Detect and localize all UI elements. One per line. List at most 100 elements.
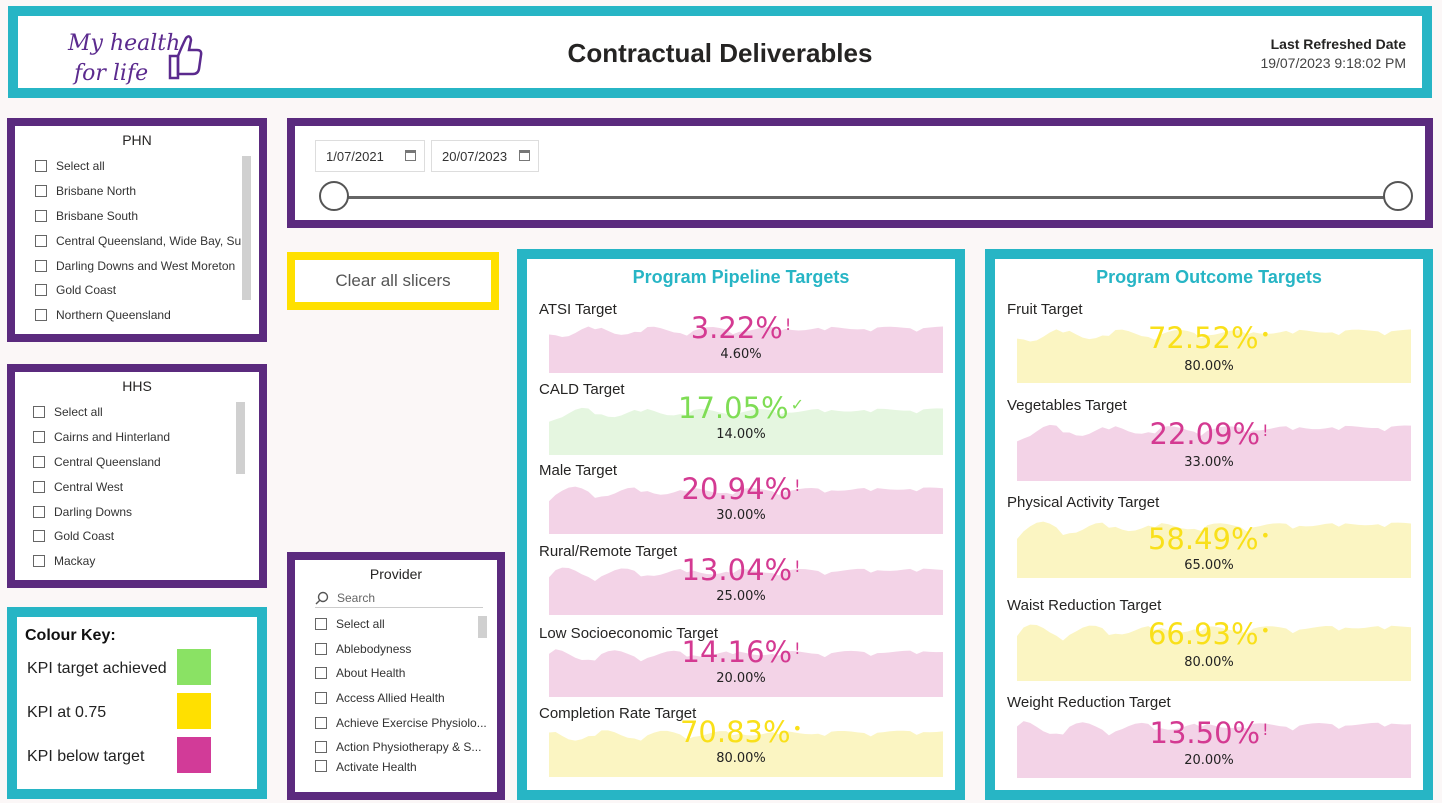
date-slider-track[interactable] (341, 196, 1391, 199)
checkbox[interactable] (315, 692, 327, 705)
provider-item[interactable]: Ablebodyness (315, 637, 497, 662)
checkbox[interactable] (315, 741, 327, 754)
key-label-below: KPI below target (27, 748, 145, 765)
status-indicator-icon: ! (794, 639, 801, 658)
search-input[interactable]: Search (337, 591, 375, 605)
checkbox[interactable] (35, 209, 47, 222)
checkbox[interactable] (315, 716, 327, 729)
phn-item[interactable]: Darling Downs and West Moreton (35, 253, 259, 278)
provider-item[interactable]: About Health (315, 661, 497, 686)
checkbox[interactable] (315, 618, 327, 631)
hhs-item[interactable]: Cairns and Hinterland (33, 425, 259, 450)
hhs-scrollbar[interactable] (236, 402, 245, 474)
checkbox[interactable] (315, 642, 327, 655)
phn-item[interactable]: Northern Queensland (35, 303, 259, 328)
colour-key-title: Colour Key: (25, 627, 116, 644)
kpi-value: 58.49% • (1147, 522, 1270, 556)
kpi-goal: 30.00% (716, 508, 766, 523)
kpi-card: Completion Rate Target 70.83% • 80.00% (539, 705, 943, 785)
end-date-input[interactable]: 20/07/2023 (431, 140, 539, 172)
kpi-card: Vegetables Target 22.09%! 33.00% (1007, 397, 1411, 492)
phn-item[interactable]: Brisbane North (35, 179, 259, 204)
start-date-input[interactable]: 1/07/2021 (315, 140, 425, 172)
checkbox[interactable] (33, 555, 45, 568)
kpi-card: ATSI Target 3.22%! 4.60% (539, 301, 943, 379)
report-header: My health for life Contractual Deliverab… (8, 6, 1432, 98)
phn-slicer: PHN Select all Brisbane North Brisbane S… (7, 118, 267, 342)
hhs-item[interactable]: Gold Coast (33, 524, 259, 549)
last-refreshed-value: 19/07/2023 9:18:02 PM (1260, 55, 1406, 71)
hhs-slicer-title: HHS (122, 378, 152, 394)
last-refreshed-label: Last Refreshed Date (1270, 36, 1406, 52)
pipeline-title: Program Pipeline Targets (632, 267, 850, 287)
phn-item[interactable]: Central Queensland, Wide Bay, Su... (35, 228, 259, 253)
kpi-value: 66.93% • (1147, 617, 1270, 651)
hhs-item[interactable]: Select all (33, 400, 259, 425)
checkbox[interactable] (35, 234, 47, 247)
kpi-value: 22.09%! (1149, 417, 1269, 451)
status-indicator-icon: • (1260, 325, 1270, 344)
kpi-goal: 25.00% (716, 589, 766, 604)
provider-item[interactable]: Achieve Exercise Physiolo... (315, 710, 497, 735)
checkbox[interactable] (33, 455, 45, 468)
status-indicator-icon: • (1260, 526, 1270, 545)
kpi-label: Physical Activity Target (1007, 494, 1160, 511)
provider-item[interactable]: Activate Health (315, 759, 497, 774)
status-indicator-icon: ! (794, 557, 801, 576)
kpi-card: Waist Reduction Target 66.93% • 80.00% (1007, 597, 1411, 692)
checkbox[interactable] (315, 667, 327, 680)
status-indicator-icon: ! (784, 315, 792, 334)
kpi-goal: 20.00% (716, 671, 766, 686)
checkbox[interactable] (33, 530, 45, 543)
checkbox[interactable] (35, 185, 47, 198)
clear-all-slicers-button[interactable]: Clear all slicers (295, 260, 491, 302)
checkbox[interactable] (33, 505, 45, 518)
swatch-green (177, 649, 211, 685)
checkbox[interactable] (33, 431, 45, 444)
end-date-handle[interactable] (1383, 181, 1413, 211)
start-date-handle[interactable] (319, 181, 349, 211)
hhs-item[interactable]: Central Queensland (33, 450, 259, 475)
checkbox[interactable] (315, 759, 327, 772)
phn-item[interactable]: Brisbane South (35, 204, 259, 229)
provider-item[interactable]: Action Physiotherapy & S... (315, 735, 497, 760)
checkbox[interactable] (33, 480, 45, 493)
kpi-card: Weight Reduction Target 13.50%! 20.00% (1007, 694, 1411, 784)
provider-slicer-title: Provider (369, 566, 423, 582)
kpi-label: Fruit Target (1007, 301, 1083, 318)
provider-slicer: Provider Search Select all Ablebodyness … (287, 552, 505, 800)
calendar-icon[interactable] (405, 150, 416, 161)
kpi-value: 14.16%! (681, 635, 801, 669)
status-indicator-icon: ✓ (790, 395, 804, 414)
provider-item[interactable]: Select all (315, 612, 497, 637)
swatch-pink (177, 737, 211, 773)
provider-search[interactable]: Search (315, 588, 483, 608)
kpi-goal: 80.00% (716, 751, 766, 766)
checkbox[interactable] (33, 406, 45, 419)
kpi-value: 13.04%! (681, 553, 801, 587)
checkbox[interactable] (35, 309, 47, 322)
phn-scrollbar[interactable] (242, 156, 251, 300)
kpi-value: 70.83% • (679, 715, 802, 749)
checkbox[interactable] (35, 284, 47, 297)
hhs-item[interactable]: Darling Downs (33, 499, 259, 524)
kpi-card: Male Target 20.94%! 30.00% (539, 462, 943, 540)
date-range-slicer: 1/07/2021 20/07/2023 (287, 118, 1433, 228)
kpi-value: 20.94%! (681, 472, 801, 506)
calendar-icon[interactable] (519, 150, 530, 161)
outcome-title: Program Outcome Targets (1096, 267, 1322, 287)
status-indicator-icon: ! (1262, 421, 1269, 440)
key-label-achieved: KPI target achieved (27, 660, 167, 677)
provider-scrollbar[interactable] (478, 616, 487, 638)
phn-item[interactable]: Gold Coast (35, 278, 259, 303)
provider-item[interactable]: Access Allied Health (315, 686, 497, 711)
kpi-goal: 14.00% (716, 427, 766, 442)
hhs-item[interactable]: Central West (33, 474, 259, 499)
kpi-card: CALD Target 17.05% ✓ 14.00% (539, 381, 943, 459)
checkbox[interactable] (35, 160, 47, 173)
checkbox[interactable] (35, 259, 47, 272)
kpi-goal: 20.00% (1184, 753, 1234, 768)
status-indicator-icon: • (1260, 621, 1270, 640)
hhs-item[interactable]: Mackay (33, 549, 259, 574)
phn-item[interactable]: Select all (35, 154, 259, 179)
